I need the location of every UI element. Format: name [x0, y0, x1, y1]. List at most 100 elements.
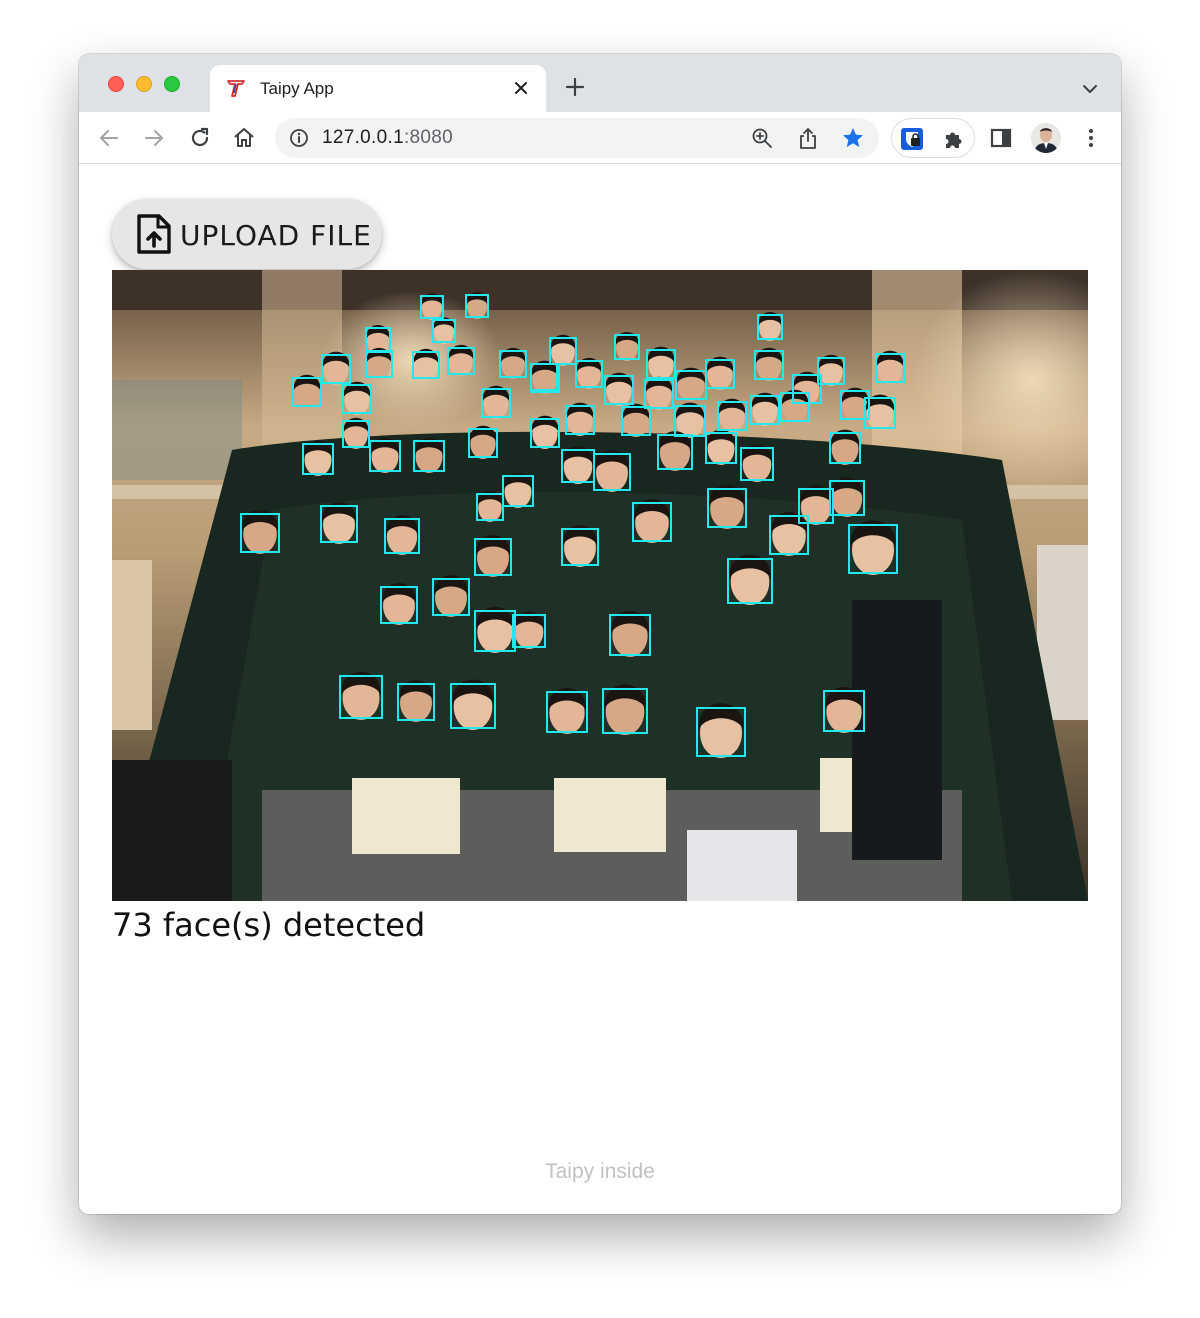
- face-detection-box: [780, 392, 810, 422]
- face-detection-box: [707, 488, 747, 528]
- url-host: 127.0.0.1: [322, 127, 404, 148]
- extension-bitwarden-icon[interactable]: [900, 127, 924, 151]
- tab-taipy-app[interactable]: Taipy App: [210, 65, 546, 112]
- face-detection-box: [609, 614, 651, 656]
- face-detection-box: [549, 337, 577, 365]
- face-detection-box: [468, 428, 498, 458]
- profile-photo-icon: [1031, 123, 1061, 153]
- url-text[interactable]: 127.0.0.1:8080: [322, 127, 453, 149]
- tab-title: Taipy App: [260, 79, 334, 98]
- face-detection-box: [450, 683, 496, 729]
- maximize-window-button[interactable]: [164, 76, 180, 92]
- forward-arrow-icon[interactable]: [140, 124, 168, 152]
- chevron-down-icon[interactable]: [1079, 78, 1101, 100]
- face-detection-box: [530, 418, 560, 448]
- face-detection-box: [339, 675, 383, 719]
- face-detection-box: [829, 432, 861, 464]
- face-detection-box: [397, 683, 435, 721]
- face-detection-box: [302, 443, 334, 475]
- face-detection-box: [604, 375, 634, 405]
- close-window-button[interactable]: [108, 76, 124, 92]
- face-count-text: 73 face(s) detected: [112, 906, 426, 944]
- face-detection-box: [530, 363, 560, 393]
- face-detection-box: [447, 347, 475, 375]
- face-detection-box: [740, 447, 774, 481]
- face-detection-box: [823, 690, 865, 732]
- face-detection-box: [292, 377, 322, 407]
- face-detection-box: [465, 294, 489, 318]
- puzzle-icon[interactable]: [942, 127, 966, 151]
- plus-icon[interactable]: [563, 75, 587, 99]
- back-arrow-icon[interactable]: [95, 124, 123, 152]
- face-detection-box: [614, 334, 640, 360]
- face-detection-box: [476, 493, 504, 521]
- face-detection-box: [696, 707, 746, 757]
- home-icon[interactable]: [230, 124, 258, 152]
- face-detection-box: [412, 351, 440, 379]
- side-panel-icon[interactable]: [987, 124, 1015, 152]
- page-content: UPLOAD FILE 73 face(s) detected Taipy in…: [79, 164, 1121, 1214]
- face-detection-box: [481, 388, 511, 418]
- face-detection-box: [575, 360, 603, 388]
- face-detection-box: [717, 401, 747, 431]
- star-icon[interactable]: [841, 126, 865, 150]
- face-detection-box: [413, 440, 445, 472]
- face-detection-box: [829, 480, 865, 516]
- upload-file-button[interactable]: UPLOAD FILE: [112, 199, 382, 269]
- footer-text: Taipy inside: [545, 1160, 655, 1183]
- face-detection-box: [646, 349, 676, 379]
- face-detection-box: [561, 449, 595, 483]
- face-detection-box: [499, 350, 527, 378]
- face-detection-box: [342, 384, 372, 414]
- face-detection-box: [602, 688, 648, 734]
- face-detection-box: [502, 475, 534, 507]
- face-detection-box: [644, 379, 674, 409]
- face-detection-box: [632, 502, 672, 542]
- face-detection-box: [369, 440, 401, 472]
- face-detection-box: [432, 578, 470, 616]
- extensions-group: [891, 118, 975, 158]
- face-detection-box: [320, 505, 358, 543]
- share-icon[interactable]: [797, 126, 819, 150]
- face-detection-box: [705, 359, 735, 389]
- face-detection-image: [112, 270, 1088, 901]
- face-detection-box: [675, 370, 707, 400]
- face-detection-box: [621, 406, 651, 436]
- face-detection-box: [432, 319, 456, 343]
- face-detection-box: [875, 353, 905, 383]
- face-detection-box: [384, 518, 420, 554]
- url-port: :8080: [403, 127, 453, 148]
- face-detection-box: [565, 405, 595, 435]
- upload-button-label: UPLOAD FILE: [180, 219, 372, 252]
- avatar[interactable]: [1031, 123, 1061, 153]
- taipy-logo-icon: [227, 80, 245, 97]
- face-detection-box: [474, 610, 516, 652]
- face-detection-box: [321, 354, 351, 384]
- reload-icon[interactable]: [186, 124, 214, 152]
- tab-bar: Taipy App: [79, 54, 1121, 112]
- face-detection-box: [365, 350, 393, 378]
- face-detection-box: [474, 538, 512, 576]
- face-detection-box: [864, 397, 896, 429]
- more-vertical-icon[interactable]: [1077, 124, 1105, 152]
- face-detection-box: [380, 586, 418, 624]
- face-detection-box: [705, 432, 737, 464]
- face-detection-box: [593, 453, 631, 491]
- face-detection-box: [754, 350, 784, 380]
- browser-window: Taipy App 127.0.0.1:8080 UPLOAD FILE 73 …: [79, 54, 1121, 1214]
- face-detection-box: [757, 314, 783, 340]
- close-icon[interactable]: [510, 77, 532, 99]
- face-detection-box: [240, 513, 280, 553]
- minimize-window-button[interactable]: [136, 76, 152, 92]
- address-bar[interactable]: 127.0.0.1:8080: [275, 118, 879, 158]
- info-icon[interactable]: [289, 128, 309, 148]
- face-detection-box: [512, 614, 546, 648]
- face-detection-box: [727, 558, 773, 604]
- face-detection-box: [342, 420, 370, 448]
- zoom-icon[interactable]: [751, 127, 773, 149]
- face-detection-box: [750, 395, 780, 425]
- face-detection-box: [420, 295, 444, 319]
- face-detection-box: [561, 528, 599, 566]
- file-upload-icon: [137, 214, 171, 254]
- face-detection-box: [657, 434, 693, 470]
